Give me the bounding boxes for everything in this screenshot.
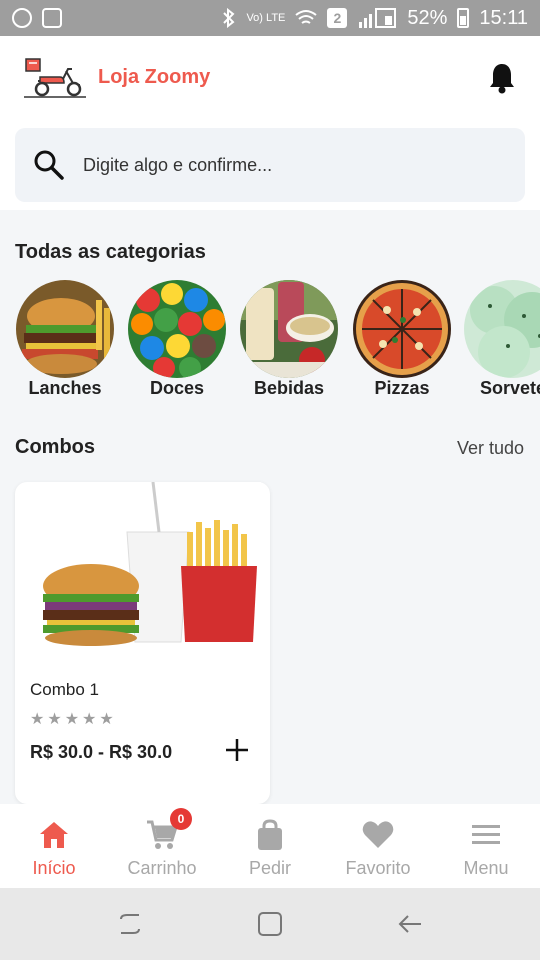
categories-title: Todas as categorias [15,241,206,263]
bluetooth-icon [223,8,235,28]
category-label: Pizzas [374,378,430,398]
search-placeholder: Digite algo e confirme... [83,154,273,175]
nav-carrinho[interactable]: 0 Carrinho [108,804,216,888]
burger-fries-soda-photo [31,482,261,652]
category-label: Doces [149,378,205,398]
search-icon [34,150,64,180]
nav-label: Início [32,858,76,878]
home-icon [40,822,68,848]
nav-inicio[interactable]: Início [0,804,108,888]
nav-label: Menu [463,858,509,878]
app-header: Loja Zoomy [0,36,540,118]
clock: 15:11 [479,6,528,29]
whatsapp-icon [12,8,32,28]
categories-list: Lanches Doces Bebidas Pizzas Sorvete [15,280,540,400]
nav-pedir[interactable]: Pedir [216,804,324,888]
category-label: Sorvete [479,378,540,398]
star-icon: ★ [82,711,97,728]
category-bebidas[interactable]: Bebidas [239,280,339,399]
category-label: Bebidas [253,378,325,398]
wifi-icon [295,10,318,24]
see-all-link[interactable]: Ver tudo [457,438,524,459]
signal-icon [359,8,397,28]
search-section: Digite algo e confirme... [0,118,540,210]
gallery-icon [42,8,62,28]
product-card[interactable]: Combo 1 ★ ★ ★ ★ ★ R$ 30.0 - R$ 30.0 [15,482,270,804]
recent-apps-icon[interactable] [115,909,145,939]
nav-favorito[interactable]: Favorito [324,804,432,888]
star-icon: ★ [99,711,114,728]
scooter-delivery-logo [24,58,86,98]
category-lanches[interactable]: Lanches [15,280,115,399]
nav-label: Pedir [248,858,292,878]
bell-icon[interactable] [488,62,516,94]
product-name: Combo 1 [30,680,99,699]
brand-name: Loja Zoomy [98,65,211,88]
candy-photo [128,280,226,378]
nav-label: Carrinho [127,858,197,878]
category-pizzas[interactable]: Pizzas [352,280,452,399]
star-icon: ★ [64,711,80,728]
battery-percent: 52% [407,6,448,29]
star-icon: ★ [30,711,45,728]
nav-label: Favorito [345,858,411,878]
sim-slot-badge: 2 [327,8,348,28]
category-doces[interactable]: Doces [127,280,227,399]
combos-title: Combos [15,436,95,458]
pizza-photo [353,280,451,378]
back-arrow-icon[interactable] [395,909,425,939]
category-sorvete[interactable]: Sorvete [463,280,540,399]
ice-cream-photo [464,280,540,378]
product-price: R$ 30.0 - R$ 30.0 [30,742,173,762]
add-to-cart-plus-icon[interactable] [223,736,251,764]
search-input[interactable]: Digite algo e confirme... [15,128,525,202]
heart-icon [362,821,394,848]
star-rating: ★ ★ ★ ★ ★ [30,709,114,729]
burger-photo [16,280,114,378]
star-icon: ★ [47,711,62,728]
nav-menu[interactable]: Menu [432,804,540,888]
battery-icon [457,8,470,28]
cart-count-badge: 0 [170,808,192,830]
category-label: Lanches [28,378,102,398]
status-bar: Vo) LTE 2 52% 15:11 [0,0,540,36]
shopping-bag-icon [258,819,282,850]
home-button-icon[interactable] [255,909,285,939]
menu-icon [472,825,500,844]
drinks-photo [240,280,338,378]
system-navigation-bar [0,888,540,960]
volte-indicator: Vo) LTE [246,12,286,24]
bottom-navigation: Início 0 Carrinho Pedir Favorito Menu [0,804,540,888]
